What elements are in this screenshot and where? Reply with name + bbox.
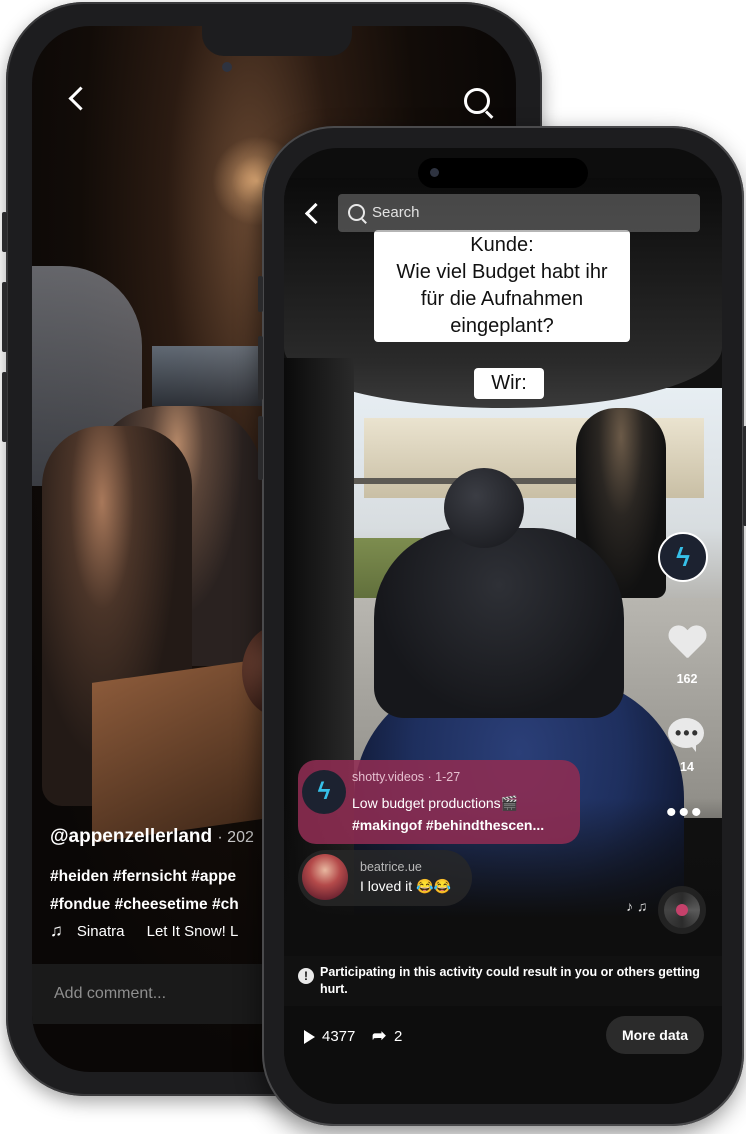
front-phone-volume-down-button [258,416,263,480]
music-title: Let It Snow! L [146,923,239,940]
share-count: 2 [394,1028,403,1045]
hashtags-line[interactable]: #fondue #cheesetime #ch [50,891,239,919]
front-phone: Kunde: Wie viel Budget habt ihr für die … [258,126,746,1126]
chevron-left-icon[interactable] [68,86,93,111]
warning-text: Participating in this activity could res… [320,965,700,996]
reply-comment-card[interactable]: beatrice.ue I loved it 😂😂 [298,850,472,906]
music-note-icon: ♪ ♫ [626,898,648,914]
music-artist: Sinatra [76,923,125,940]
post-author: shotty.videos · 1-27 [352,770,461,784]
back-phone-volume-down-button [2,372,7,442]
play-count: 4377 [322,1028,356,1045]
video-author-handle[interactable]: @appenzellerland · 202 [50,826,254,848]
author-avatar[interactable]: ϟ [658,532,708,582]
music-info[interactable]: ♫ Sinatra Let It Snow! L [50,921,238,941]
avatar[interactable] [302,854,348,900]
music-note-icon: ♫ [50,921,63,940]
safety-warning-banner: ! Participating in this activity could r… [284,956,722,1006]
warning-icon: ! [298,968,314,984]
reply-author: beatrice.ue [360,860,422,874]
stats-bar: 4377 ➦ 2 More data [284,1010,722,1070]
more-icon[interactable]: ••• [666,798,704,828]
front-phone-mute-button [258,276,263,312]
like-count: 162 [676,672,698,686]
post-text: Low budget productions🎬 [352,795,519,811]
post-hashtags[interactable]: #makingof #behindthescen... [352,814,544,836]
video-hashtags: #heiden #fernsicht #appe #fondue #cheese… [50,863,239,919]
hashtags-line[interactable]: #heiden #fernsicht #appe [50,863,239,891]
author-handle-text[interactable]: @appenzellerland [50,826,212,847]
back-phone-volume-up-button [2,282,7,352]
front-phone-volume-up-button [258,336,263,400]
post-comment-card[interactable]: ϟ shotty.videos · 1-27 Low budget produc… [298,760,580,844]
front-phone-screen: Kunde: Wie viel Budget habt ihr für die … [284,148,722,1104]
comment-icon[interactable]: ••• [668,718,704,752]
heart-icon[interactable] [668,626,706,662]
comment-count: 14 [680,760,694,774]
reply-text: I loved it 😂😂 [360,878,451,894]
search-icon[interactable] [464,88,490,114]
post-description: Low budget productions🎬 #makingof #behin… [352,792,544,836]
play-icon [304,1030,315,1044]
back-phone-mute-button [2,212,7,252]
music-disc[interactable] [658,886,706,934]
back-phone-top-bar [32,26,516,126]
more-data-button[interactable]: More data [606,1016,704,1054]
author-avatar[interactable]: ϟ [302,770,346,814]
post-date: · 202 [217,829,254,846]
share-icon[interactable]: ➦ [372,1026,386,1046]
